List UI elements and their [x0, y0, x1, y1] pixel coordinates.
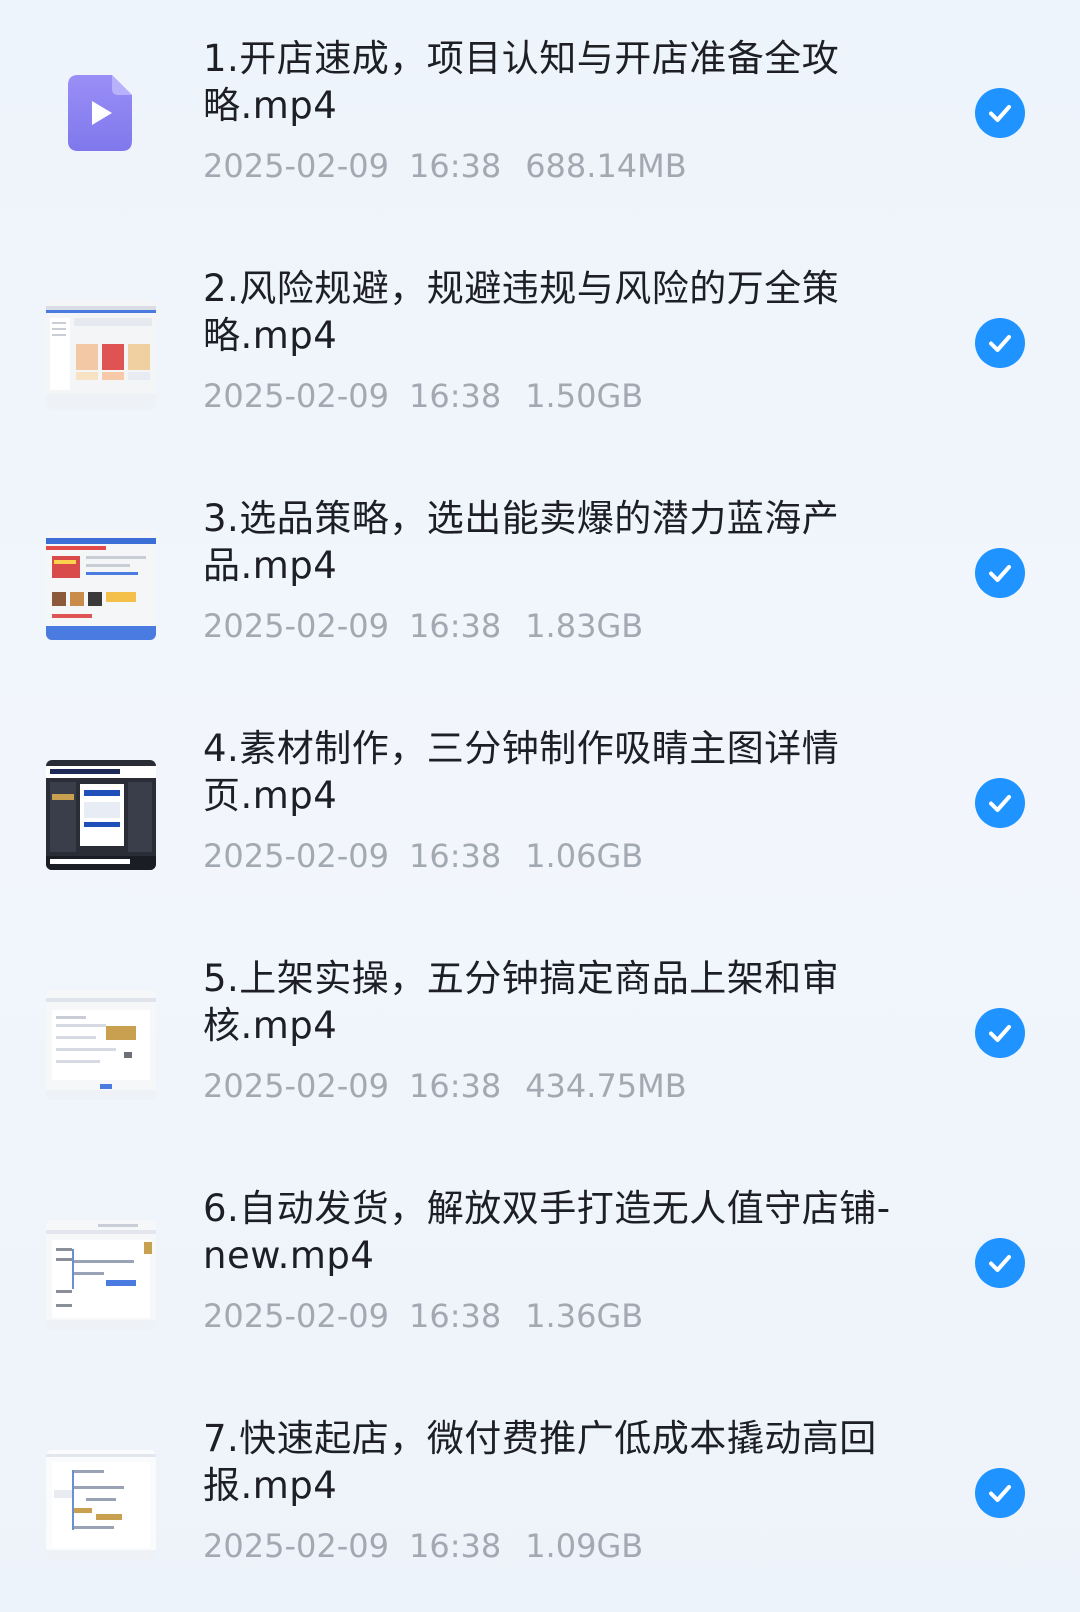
file-time: 16:38 [408, 1527, 502, 1565]
file-meta: 2025-02-09 16:38 1.36GB [203, 1296, 643, 1336]
file-row[interactable]: 6.自动发货，解放双手打造无人值守店铺-new.mp4 2025-02-09 16… [0, 1150, 1080, 1380]
file-name: 2.风险规避，规避违规与风险的万全策略.mp4 [203, 267, 840, 357]
file-meta: 2025-02-09 16:38 1.50GB [203, 376, 643, 416]
file-name: 1.开店速成，项目认知与开店准备全攻略.mp4 [203, 37, 840, 127]
checkbox-checked-icon[interactable] [975, 548, 1025, 598]
file-time: 16:38 [408, 147, 502, 185]
file-date: 2025-02-09 [203, 837, 389, 875]
file-size: 1.36GB [525, 1297, 644, 1335]
file-list: 1.开店速成，项目认知与开店准备全攻略.mp4 2025-02-09 16:38 6… [0, 0, 1080, 1612]
file-name: 4.素材制作，三分钟制作吸睛主图详情页.mp4 [203, 727, 840, 817]
video-thumbnail [46, 300, 156, 410]
file-size: 1.50GB [525, 377, 644, 415]
file-time: 16:38 [408, 607, 502, 645]
file-time: 16:38 [408, 1067, 502, 1105]
file-row[interactable]: 3.选品策略，选出能卖爆的潜力蓝海产品.mp4 2025-02-09 16:38 1… [0, 460, 1080, 690]
file-time: 16:38 [408, 837, 502, 875]
file-row[interactable]: 4.素材制作，三分钟制作吸睛主图详情页.mp4 2025-02-09 16:38 1… [0, 690, 1080, 920]
file-meta: 2025-02-09 16:38 1.83GB [203, 606, 643, 646]
checkbox-checked-icon[interactable] [975, 778, 1025, 828]
video-thumbnail [46, 1220, 156, 1330]
file-date: 2025-02-09 [203, 607, 389, 645]
file-row[interactable]: 7.快速起店，微付费推广低成本撬动高回报.mp4 2025-02-09 16:38… [0, 1380, 1080, 1610]
file-meta: 2025-02-09 16:38 434.75MB [203, 1066, 687, 1106]
video-thumbnail [46, 1450, 156, 1560]
file-date: 2025-02-09 [203, 377, 389, 415]
file-size: 1.83GB [525, 607, 644, 645]
video-thumbnail [46, 760, 156, 870]
file-name: 6.自动发货，解放双手打造无人值守店铺-new.mp4 [203, 1187, 891, 1277]
file-name: 5.上架实操，五分钟搞定商品上架和审核.mp4 [203, 957, 840, 1047]
file-meta: 2025-02-09 16:38 1.09GB [203, 1526, 643, 1566]
file-date: 2025-02-09 [203, 1297, 389, 1335]
file-time: 16:38 [408, 1297, 502, 1335]
file-size: 1.06GB [525, 837, 644, 875]
checkbox-checked-icon[interactable] [975, 1008, 1025, 1058]
file-date: 2025-02-09 [203, 147, 389, 185]
video-thumbnail [46, 530, 156, 640]
file-date: 2025-02-09 [203, 1067, 389, 1105]
file-size: 1.09GB [525, 1527, 644, 1565]
checkbox-checked-icon[interactable] [975, 1468, 1025, 1518]
video-file-icon [68, 75, 132, 151]
file-size: 434.75MB [525, 1067, 687, 1105]
file-date: 2025-02-09 [203, 1527, 389, 1565]
checkbox-checked-icon[interactable] [975, 318, 1025, 368]
file-row[interactable]: 5.上架实操，五分钟搞定商品上架和审核.mp4 2025-02-09 16:38 4… [0, 920, 1080, 1150]
file-name: 7.快速起店，微付费推广低成本撬动高回报.mp4 [203, 1417, 877, 1507]
file-size: 688.14MB [525, 147, 687, 185]
file-meta: 2025-02-09 16:38 1.06GB [203, 836, 643, 876]
file-time: 16:38 [408, 377, 502, 415]
checkbox-checked-icon[interactable] [975, 1238, 1025, 1288]
file-row[interactable]: 1.开店速成，项目认知与开店准备全攻略.mp4 2025-02-09 16:38 6… [0, 0, 1080, 230]
file-meta: 2025-02-09 16:38 688.14MB [203, 146, 687, 186]
file-name: 3.选品策略，选出能卖爆的潜力蓝海产品.mp4 [203, 497, 840, 587]
file-row[interactable]: 2.风险规避，规避违规与风险的万全策略.mp4 2025-02-09 16:38 1… [0, 230, 1080, 460]
checkbox-checked-icon[interactable] [975, 88, 1025, 138]
video-thumbnail [46, 990, 156, 1100]
